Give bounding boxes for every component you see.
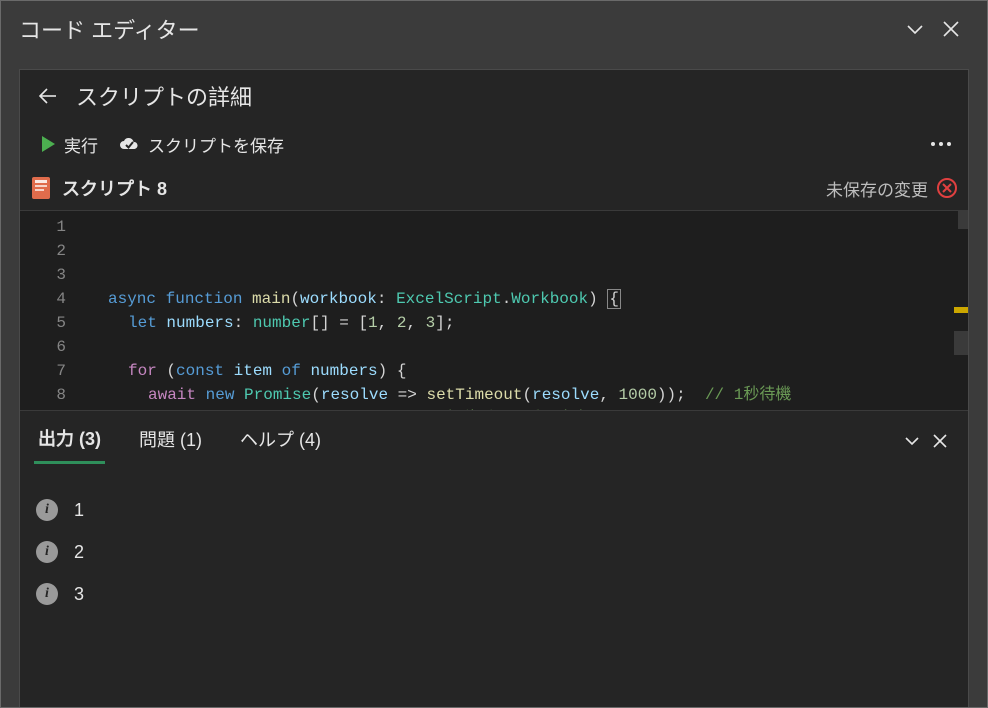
code-line[interactable]	[80, 335, 968, 359]
output-line: 2	[36, 531, 954, 573]
tab-output[interactable]: 出力 (3)	[34, 419, 105, 464]
window-title: コード エディター	[19, 13, 897, 45]
output-panel: 出力 (3) 問題 (1) ヘルプ (4) 1 2 3	[20, 410, 968, 707]
script-name[interactable]: スクリプト 8	[62, 175, 826, 201]
line-number: 8	[20, 383, 66, 407]
detail-title: スクリプトの詳細	[76, 80, 252, 112]
output-line: 3	[36, 573, 954, 615]
save-label: スクリプトを保存	[148, 132, 284, 157]
output-value: 3	[74, 584, 84, 605]
run-label: 実行	[64, 132, 98, 157]
line-number: 4	[20, 287, 66, 311]
more-options-button[interactable]	[924, 126, 958, 162]
line-number: 6	[20, 335, 66, 359]
detail-header: スクリプトの詳細	[20, 70, 968, 122]
code-editor[interactable]: 12345678 async function main(workbook: E…	[20, 210, 968, 410]
toolbar: 実行 スクリプトを保存	[20, 122, 968, 166]
line-number: 3	[20, 263, 66, 287]
output-tabs: 出力 (3) 問題 (1) ヘルプ (4)	[34, 421, 954, 461]
script-panel: スクリプトの詳細 実行 スクリプトを保存	[19, 69, 969, 707]
output-value: 1	[74, 500, 84, 521]
info-icon	[36, 499, 58, 521]
close-button[interactable]	[933, 11, 969, 47]
code-editor-window: コード エディター スクリプトの詳細 実行	[0, 0, 988, 708]
output-body: 1 2 3	[34, 461, 954, 615]
ellipsis-icon	[930, 141, 952, 147]
code-line[interactable]: console.log(item); // 1, 2, 3が1秒ずつ順番に出力さ…	[80, 407, 968, 410]
run-button[interactable]: 実行	[30, 126, 108, 162]
tab-help[interactable]: ヘルプ (4)	[236, 420, 325, 462]
output-line: 1	[36, 489, 954, 531]
line-number: 2	[20, 239, 66, 263]
script-file-icon	[30, 175, 52, 201]
code-line[interactable]: async function main(workbook: ExcelScrip…	[80, 287, 968, 311]
titlebar: コード エディター	[1, 1, 987, 57]
info-icon	[36, 583, 58, 605]
save-script-button[interactable]: スクリプトを保存	[108, 126, 294, 162]
play-icon	[40, 135, 56, 153]
script-info-row: スクリプト 8 未保存の変更	[20, 166, 968, 210]
code-line[interactable]: for (const item of numbers) {	[80, 359, 968, 383]
cloud-save-icon	[118, 136, 140, 152]
line-number-gutter: 12345678	[20, 211, 80, 410]
error-badge-icon[interactable]	[936, 177, 958, 199]
line-number: 1	[20, 215, 66, 239]
line-number: 5	[20, 311, 66, 335]
code-area[interactable]: async function main(workbook: ExcelScrip…	[80, 211, 968, 410]
unsaved-changes-label: 未保存の変更	[826, 176, 928, 201]
code-line[interactable]: await new Promise(resolve => setTimeout(…	[80, 383, 968, 407]
tab-problems[interactable]: 問題 (1)	[135, 420, 206, 462]
collapse-output-button[interactable]	[898, 427, 926, 455]
output-value: 2	[74, 542, 84, 563]
line-number: 7	[20, 359, 66, 383]
info-icon	[36, 541, 58, 563]
minimize-panel-button[interactable]	[897, 11, 933, 47]
close-output-button[interactable]	[926, 427, 954, 455]
code-line[interactable]: let numbers: number[] = [1, 2, 3];	[80, 311, 968, 335]
back-button[interactable]	[32, 80, 64, 112]
